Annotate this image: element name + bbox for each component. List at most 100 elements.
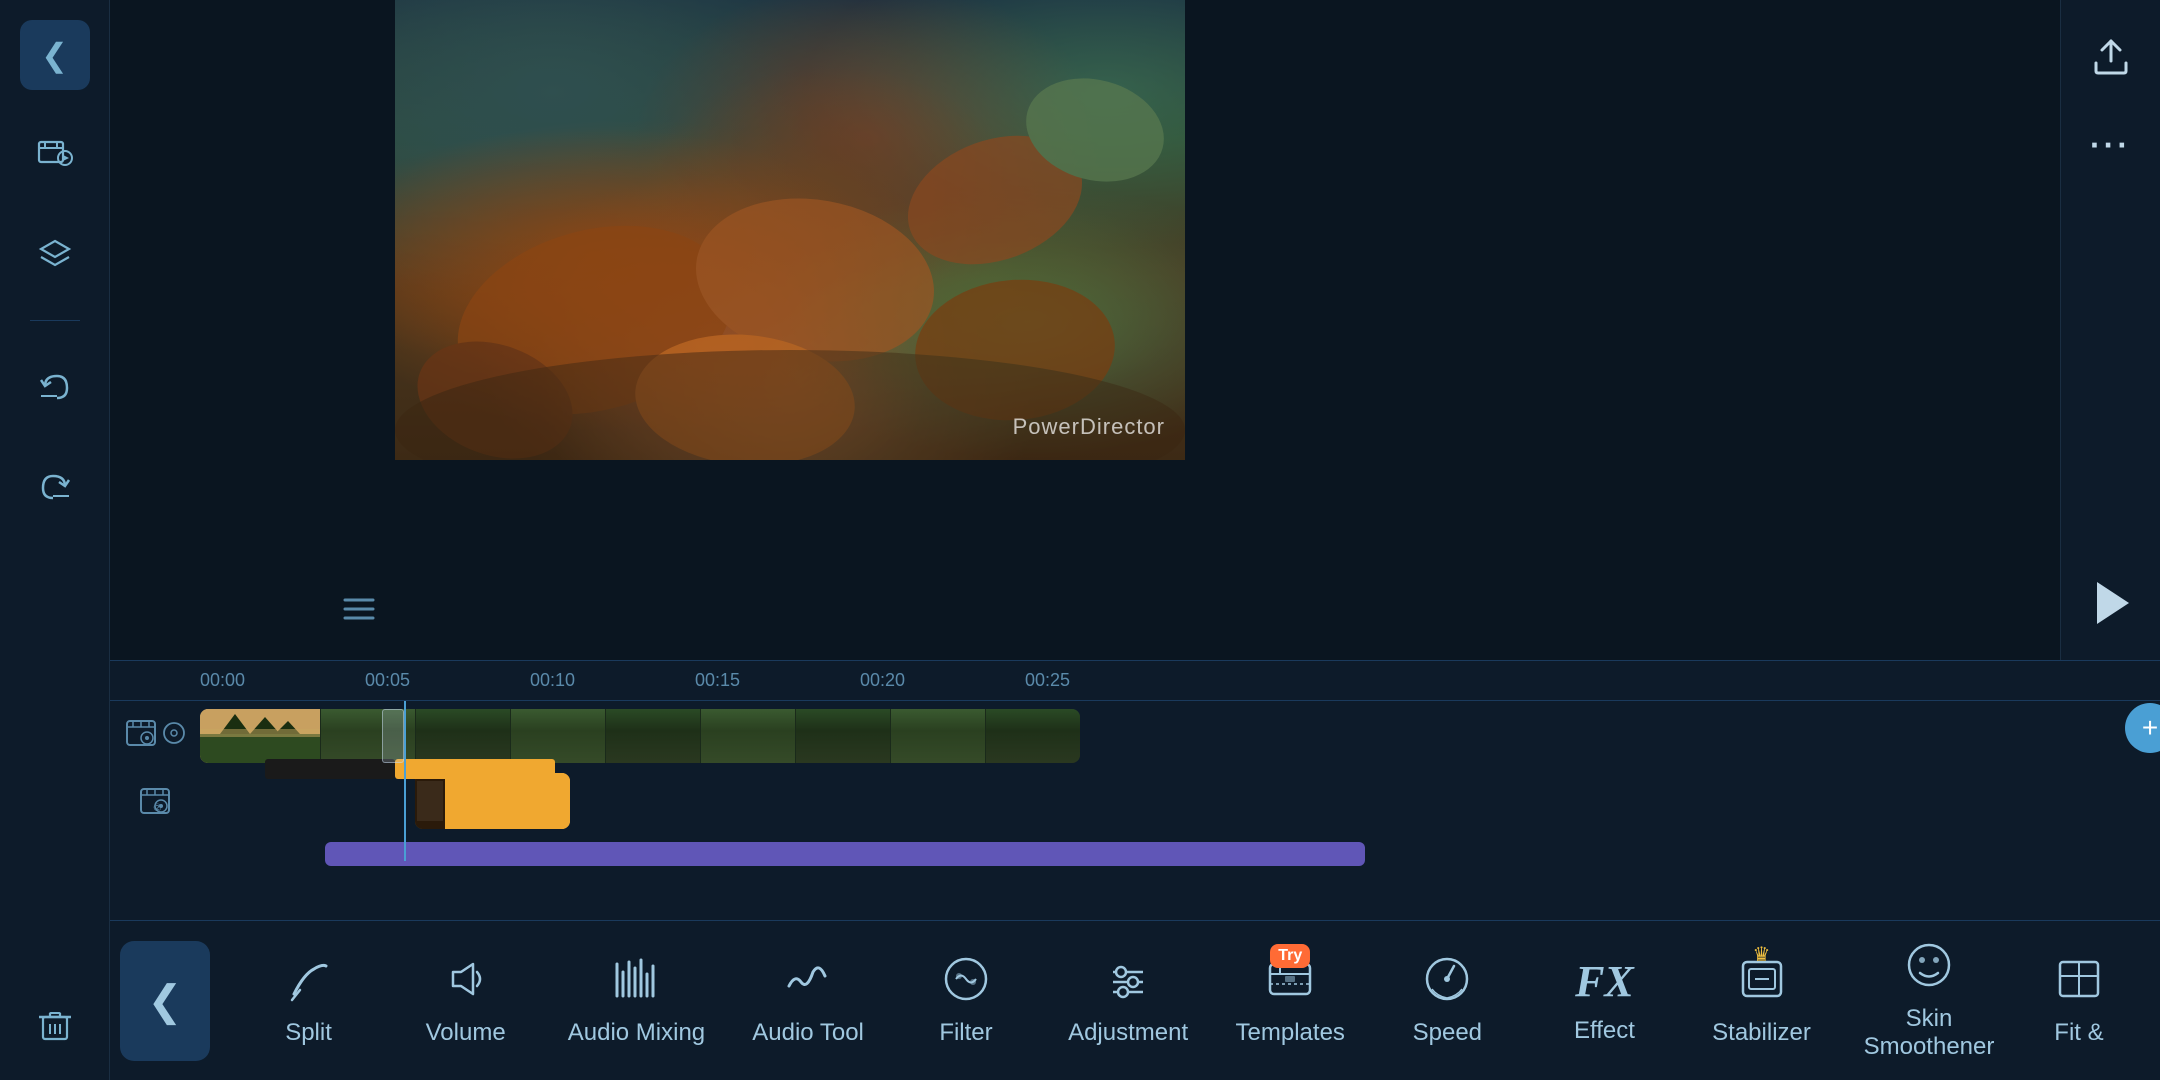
ruler-mark-10: 00:10	[530, 670, 575, 691]
volume-icon	[441, 954, 491, 1004]
ruler-mark-0: 00:00	[200, 670, 245, 691]
play-button[interactable]	[2073, 565, 2148, 640]
skin-smoothener-label-2: Smoothener	[1864, 1033, 1995, 1061]
speed-label: Speed	[1413, 1019, 1482, 1047]
templates-tool[interactable]: Try Templates	[1235, 954, 1345, 1047]
watermark: PowerDirector	[1013, 414, 1165, 440]
volume-label: Volume	[426, 1019, 506, 1047]
filter-icon	[941, 954, 991, 1004]
adjustment-icon-wrap	[1103, 954, 1153, 1009]
video-segment-5	[700, 709, 795, 763]
video-thumb-forest	[200, 709, 320, 763]
volume-icon-wrap	[441, 954, 491, 1009]
skin-icon-wrap	[1904, 940, 1954, 995]
svg-text:②: ②	[153, 803, 162, 814]
playhead-handle[interactable]	[382, 709, 404, 763]
audio-mixing-icon-wrap	[611, 954, 661, 1009]
speed-tool[interactable]: Speed	[1392, 954, 1502, 1047]
skin-smoothener-label-1: Skin	[1906, 1005, 1953, 1033]
timeline-ruler: 00:00 00:05 00:10 00:15 00:20 00:25	[110, 661, 2160, 701]
track-1-icon[interactable]	[125, 717, 157, 755]
templates-label: Templates	[1236, 1019, 1345, 1047]
audio-tool-tool[interactable]: Audio Tool	[752, 954, 864, 1047]
video-clip-strip[interactable]	[200, 709, 1080, 763]
track-2-controls: ②	[110, 785, 200, 823]
skin-smoothener-icon	[1904, 940, 1954, 990]
left-sidebar: ❮	[0, 0, 110, 1080]
timeline-tracks: +	[110, 701, 2160, 920]
pip-clip-body	[445, 773, 570, 829]
split-icon	[284, 954, 334, 1004]
filter-icon-wrap	[941, 954, 991, 1009]
video-preview: PowerDirector	[395, 0, 1185, 460]
delete-button[interactable]	[20, 990, 90, 1060]
media-music-button[interactable]	[20, 120, 90, 190]
effect-tool[interactable]: FX Effect	[1549, 956, 1659, 1045]
video-track-content[interactable]: +	[200, 701, 2160, 771]
undo-button[interactable]	[20, 351, 90, 421]
pip-thumb	[415, 773, 445, 829]
audio-mixing-label: Audio Mixing	[568, 1019, 705, 1047]
yellow-clip-1[interactable]	[395, 759, 555, 779]
video-segment-4	[605, 709, 700, 763]
split-label: Split	[285, 1019, 332, 1047]
fit-icon	[2054, 954, 2104, 1004]
preview-right-panel	[1185, 0, 2060, 660]
add-clip-button[interactable]: +	[2125, 703, 2160, 753]
sidebar-divider-1	[30, 320, 80, 321]
ruler-mark-25: 00:25	[1025, 670, 1070, 691]
pip-clip[interactable]	[415, 773, 570, 829]
video-track-row: +	[110, 701, 2160, 771]
track-2-icon[interactable]: ②	[139, 785, 171, 823]
ruler-mark-15: 00:15	[695, 670, 740, 691]
ruler-mark-20: 00:20	[860, 670, 905, 691]
black-overlay-clip[interactable]	[265, 759, 395, 779]
preview-area: PowerDirector	[110, 0, 2060, 660]
volume-tool[interactable]: Volume	[411, 954, 521, 1047]
audio-tool-icon-wrap	[783, 954, 833, 1009]
filter-tool[interactable]: Filter	[911, 954, 1021, 1047]
adjustment-tool[interactable]: Adjustment	[1068, 954, 1188, 1047]
adjustment-icon	[1103, 954, 1153, 1004]
ruler-mark-5: 00:05	[365, 670, 410, 691]
track-1-settings[interactable]	[162, 721, 186, 751]
split-tool[interactable]: Split	[254, 954, 364, 1047]
audio-tool-icon	[783, 954, 833, 1004]
templates-icon-wrap: Try	[1265, 954, 1315, 1009]
crown-icon: ♛	[1753, 942, 1771, 967]
right-sidebar: ···	[2060, 0, 2160, 660]
fit-icon-wrap	[2054, 954, 2104, 1009]
layers-button[interactable]	[20, 220, 90, 290]
pip-track-content[interactable]	[200, 771, 2160, 836]
bottom-toolbar: ❮ Split	[110, 920, 2160, 1080]
adjustment-label: Adjustment	[1068, 1019, 1188, 1047]
speed-icon-wrap	[1422, 954, 1472, 1009]
audio-mixing-tool[interactable]: Audio Mixing	[568, 954, 705, 1047]
redo-button[interactable]	[20, 451, 90, 521]
more-options-button[interactable]: ···	[2076, 110, 2146, 180]
audio-clip-bar[interactable]	[325, 842, 1365, 866]
fit-label: Fit &	[2054, 1019, 2103, 1047]
fit-tool[interactable]: Fit &	[2041, 954, 2116, 1047]
effect-icon-wrap: FX	[1575, 956, 1634, 1007]
skin-smoothener-label-wrap: Skin Smoothener	[1864, 1005, 1995, 1061]
video-thumb-rest	[320, 709, 1080, 763]
stabilizer-tool[interactable]: ♛ Stabilizer	[1707, 954, 1817, 1047]
skin-smoothener-tool[interactable]: Skin Smoothener	[1864, 940, 1995, 1061]
toolbar-back-button[interactable]: ❮	[120, 941, 210, 1061]
back-button[interactable]: ❮	[20, 20, 90, 90]
stabilizer-label: Stabilizer	[1712, 1019, 1811, 1047]
speed-icon	[1422, 954, 1472, 1004]
timeline-area: 00:00 00:05 00:10 00:15 00:20 00:25	[110, 660, 2160, 920]
preview-left-panel	[110, 0, 395, 660]
try-badge: Try	[1270, 944, 1310, 968]
toolbar-tools: Split Volume	[220, 940, 2150, 1061]
effect-icon: FX	[1575, 957, 1634, 1006]
audio-track-row	[110, 836, 2160, 871]
effect-label: Effect	[1574, 1017, 1635, 1045]
main-area: PowerDirector ···	[110, 0, 2160, 1080]
export-button[interactable]	[2076, 20, 2146, 90]
video-segment-2	[415, 709, 510, 763]
video-segment-7	[890, 709, 985, 763]
hamburger-menu[interactable]	[343, 595, 375, 630]
